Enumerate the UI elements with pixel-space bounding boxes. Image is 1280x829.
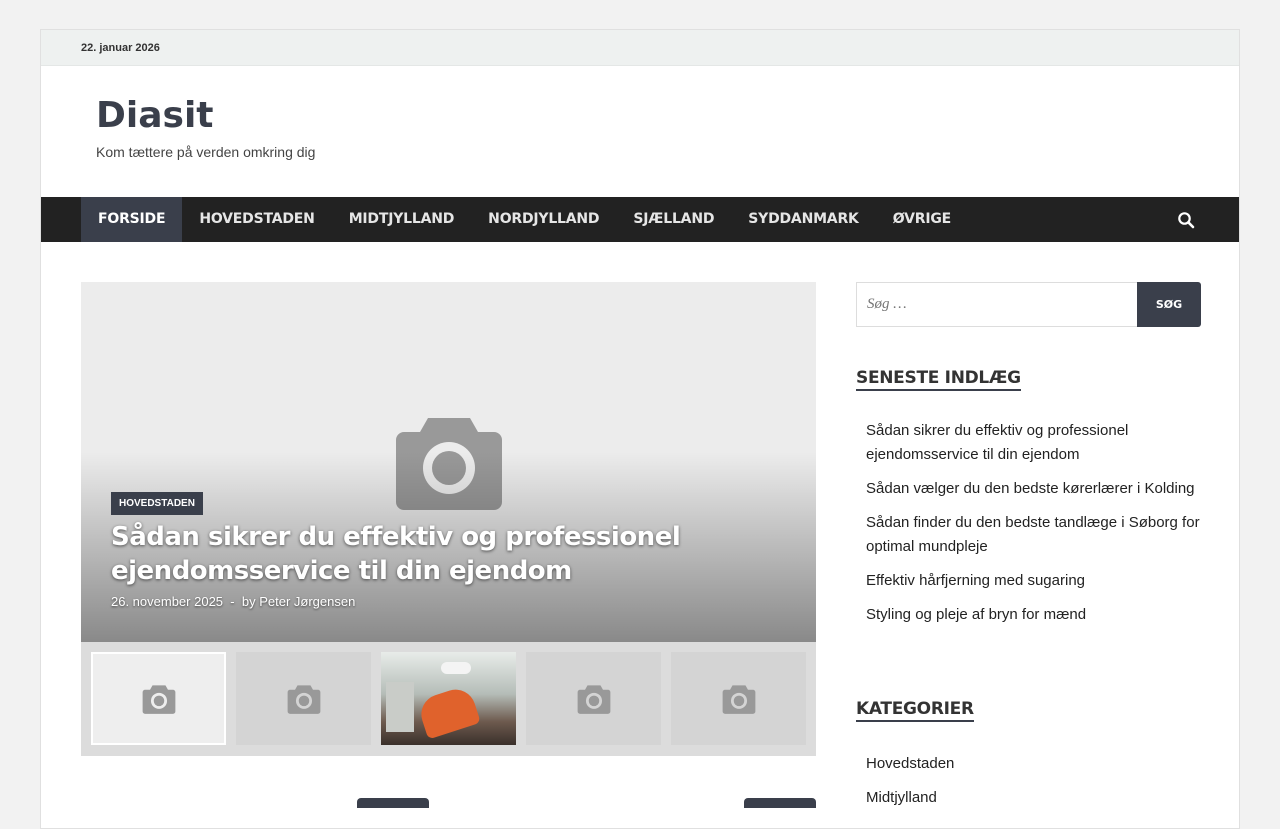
- list-item[interactable]: Hovedstaden: [866, 752, 974, 776]
- slide-category-badge[interactable]: HOVEDSTADEN: [111, 492, 203, 515]
- categories-title: KATEGORIER: [856, 699, 974, 722]
- site-branding: Diasit Kom tættere på verden omkring dig: [96, 96, 316, 161]
- search-form: SØG: [856, 282, 1201, 327]
- slider-thumbnails: [81, 642, 816, 756]
- photo-lamp: [441, 662, 471, 674]
- page-container: 22. januar 2026 Diasit Kom tættere på ve…: [40, 29, 1240, 829]
- recent-posts-widget: SENESTE INDLÆG Sådan sikrer du effektiv …: [856, 368, 1201, 637]
- list-item[interactable]: Midtjylland: [866, 786, 974, 810]
- list-item[interactable]: Effektiv hårfjerning med sugaring: [866, 569, 1201, 593]
- camera-icon: [142, 684, 175, 714]
- nav-item-sjaelland[interactable]: SJÆLLAND: [616, 197, 731, 242]
- current-date: 22. januar 2026: [81, 41, 160, 54]
- slide-author[interactable]: Peter Jørgensen: [259, 594, 355, 609]
- categories-list: Hovedstaden Midtjylland: [856, 752, 974, 810]
- slide-by: by: [241, 594, 256, 609]
- slider-thumbnail-photo[interactable]: [381, 652, 516, 745]
- nav-item-midtjylland[interactable]: MIDTJYLLAND: [332, 197, 471, 242]
- sidebar: SØG SENESTE INDLÆG Sådan sikrer du effek…: [856, 282, 1201, 806]
- categories-widget: KATEGORIER Hovedstaden Midtjylland: [856, 699, 974, 820]
- list-item[interactable]: Sådan finder du den bedste tandlæge i Sø…: [866, 511, 1201, 559]
- photo-cabinet: [386, 682, 414, 732]
- slider-thumbnail[interactable]: [526, 652, 661, 745]
- photo-dental-chair: [416, 684, 481, 740]
- search-input[interactable]: [856, 282, 1137, 327]
- recent-posts-title: SENESTE INDLÆG: [856, 368, 1021, 391]
- recent-posts-list: Sådan sikrer du effektiv og professionel…: [856, 419, 1201, 627]
- search-icon[interactable]: [1177, 211, 1195, 229]
- camera-icon: [287, 684, 320, 714]
- slide-meta: 26. november 2025 - by Peter Jørgensen: [111, 594, 355, 609]
- nav-item-hovedstaden[interactable]: HOVEDSTADEN: [182, 197, 331, 242]
- list-item[interactable]: Sådan sikrer du effektiv og professionel…: [866, 419, 1201, 467]
- top-bar: 22. januar 2026: [41, 30, 1239, 66]
- main-navigation: FORSIDE HOVEDSTADEN MIDTJYLLAND NORDJYLL…: [41, 197, 1239, 242]
- slide-title[interactable]: Sådan sikrer du effektiv og professionel…: [111, 520, 791, 588]
- camera-icon: [722, 684, 755, 714]
- list-item[interactable]: Styling og pleje af bryn for mænd: [866, 603, 1201, 627]
- slider-thumbnail[interactable]: [671, 652, 806, 745]
- site-tagline: Kom tættere på verden omkring dig: [96, 144, 316, 160]
- camera-icon: [577, 684, 610, 714]
- list-item[interactable]: Sådan vælger du den bedste kørerlærer i …: [866, 477, 1201, 501]
- search-button[interactable]: SØG: [1137, 282, 1201, 327]
- slider-thumbnail[interactable]: [236, 652, 371, 745]
- featured-slider[interactable]: HOVEDSTADEN Sådan sikrer du effektiv og …: [81, 282, 816, 642]
- nav-item-ovrige[interactable]: ØVRIGE: [876, 197, 968, 242]
- site-title[interactable]: Diasit: [96, 96, 315, 136]
- nav-item-syddanmark[interactable]: SYDDANMARK: [731, 197, 875, 242]
- meta-separator: -: [226, 594, 239, 609]
- nav-item-nordjylland[interactable]: NORDJYLLAND: [471, 197, 616, 242]
- nav-item-forside[interactable]: FORSIDE: [81, 197, 183, 242]
- slide-date[interactable]: 26. november 2025: [111, 594, 223, 609]
- slider-thumbnail[interactable]: [91, 652, 226, 745]
